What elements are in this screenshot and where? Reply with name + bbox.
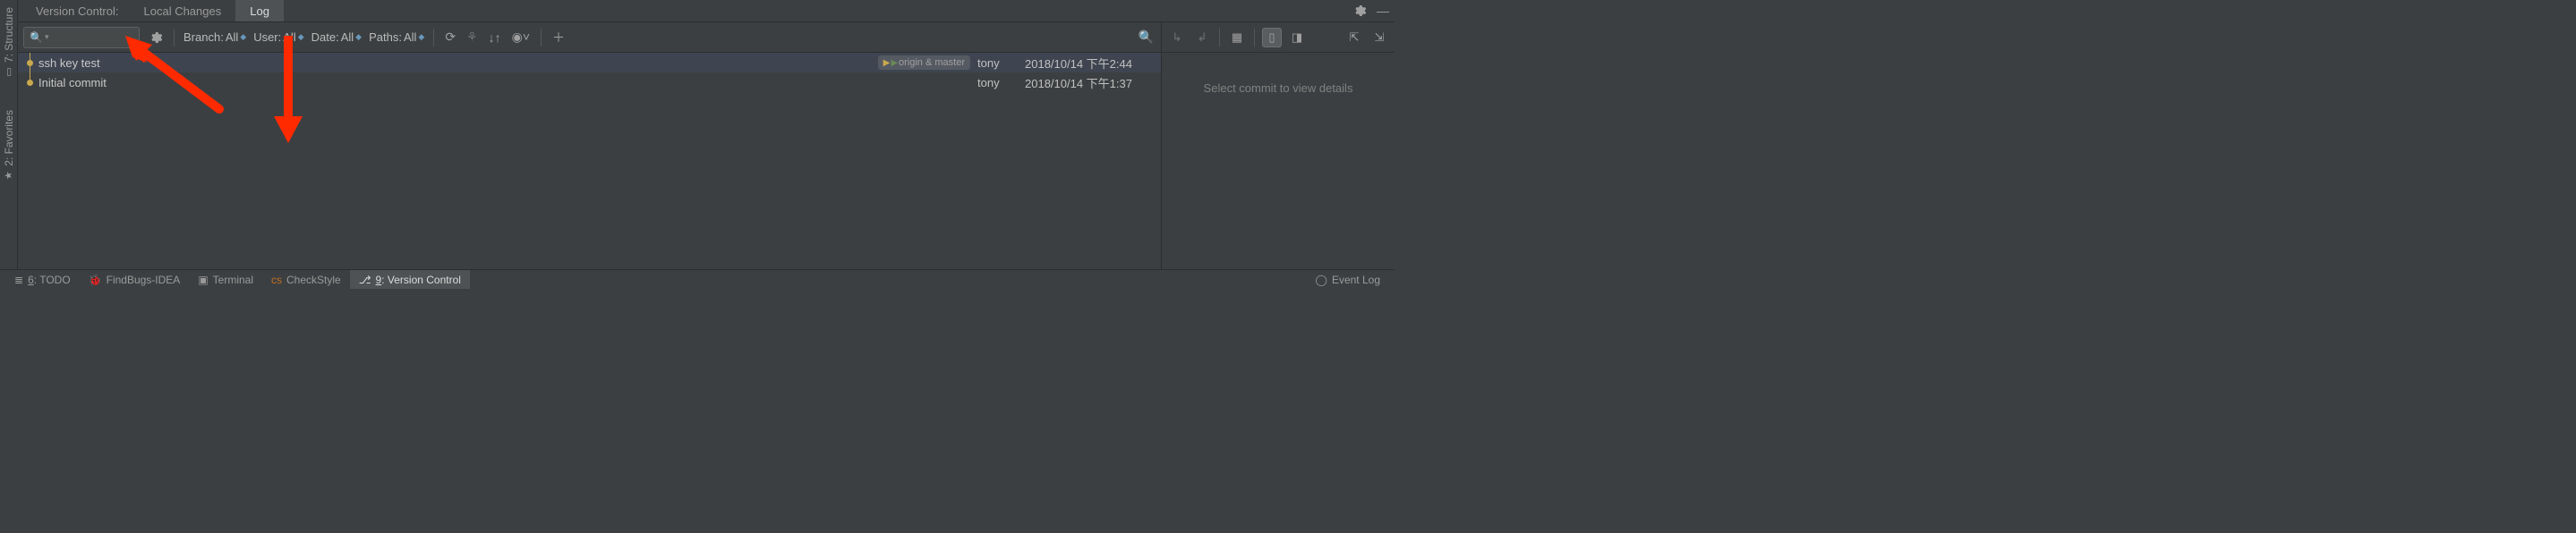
tab-log[interactable]: Log xyxy=(235,0,284,21)
sort-icon[interactable]: ↓↑ xyxy=(487,30,503,45)
structure-icon: ▭ xyxy=(3,66,14,78)
branch-icon: ⎇ xyxy=(359,274,371,286)
commit-list[interactable]: ssh key test ▶ ▶ origin & master tony 20… xyxy=(18,53,1161,269)
commit-date: 2018/10/14 下午1:37 xyxy=(1018,74,1161,91)
filter-gear-icon[interactable] xyxy=(147,30,165,45)
filter-toolbar: 🔍 ▾ Branch: All ◆ User: All ◆ xyxy=(18,22,1161,53)
separator xyxy=(1219,29,1220,47)
next-diff-icon[interactable]: ↲ xyxy=(1192,28,1212,47)
commit-date: 2018/10/14 下午2:44 xyxy=(1018,55,1161,72)
group-icon[interactable]: ▦ xyxy=(1227,28,1247,47)
separator xyxy=(174,29,175,47)
tab-version-control[interactable]: ⎇ 9: Version Control xyxy=(350,270,470,289)
commit-message: ssh key test xyxy=(38,56,878,70)
chevron-down-icon: ◆ xyxy=(240,32,246,42)
tag-arrow-icon: ▶ xyxy=(883,58,889,68)
date-filter[interactable]: Date: All ◆ xyxy=(311,30,362,44)
collapse-icon[interactable]: ⇲ xyxy=(1369,28,1389,47)
commit-row[interactable]: Initial commit tony 2018/10/14 下午1:37 xyxy=(18,72,1161,92)
vcs-tab-bar: Version Control: Local Changes Log — xyxy=(18,0,1395,22)
prev-diff-icon[interactable]: ↳ xyxy=(1167,28,1187,47)
search-input[interactable]: 🔍 ▾ xyxy=(23,27,140,48)
quick-search-icon[interactable]: 🔍 xyxy=(1137,30,1156,45)
tab-event-log[interactable]: ◯ Event Log xyxy=(1307,270,1389,289)
graph-node-icon xyxy=(27,80,33,86)
branch-tag[interactable]: ▶ ▶ origin & master xyxy=(878,55,970,70)
search-icon: 🔍 xyxy=(30,31,43,44)
favorites-tool-button[interactable]: ★ 2: Favorites xyxy=(1,103,17,189)
branch-filter[interactable]: Branch: All ◆ xyxy=(183,30,246,44)
checkstyle-icon: cs xyxy=(271,274,282,286)
chevron-down-icon: ◆ xyxy=(355,32,362,42)
commit-author: tony xyxy=(977,56,1018,70)
tab-terminal[interactable]: ▣ Terminal xyxy=(189,270,262,289)
commit-author: tony xyxy=(977,76,1018,89)
preview-side-icon[interactable]: ▯ xyxy=(1262,28,1282,47)
gear-icon[interactable] xyxy=(1348,0,1371,21)
commit-message: Initial commit xyxy=(38,76,977,89)
cherry-pick-icon[interactable]: ⚘ xyxy=(465,30,480,45)
user-filter[interactable]: User: All ◆ xyxy=(253,30,303,44)
tab-local-changes[interactable]: Local Changes xyxy=(130,0,236,21)
minimize-icon[interactable]: — xyxy=(1371,0,1395,21)
log-panel: 🔍 ▾ Branch: All ◆ User: All ◆ xyxy=(18,22,1162,269)
bottom-tool-bar: ≣ 6: TODO 🐞 FindBugs-IDEA ▣ Terminal cs … xyxy=(0,269,1395,289)
structure-tool-button[interactable]: ▭ 7: Structure xyxy=(1,0,17,85)
content-area: 🔍 ▾ Branch: All ◆ User: All ◆ xyxy=(18,22,1395,269)
favorites-label: 2: Favorites xyxy=(3,110,15,166)
chevron-down-icon: ◆ xyxy=(298,32,304,42)
commit-row[interactable]: ssh key test ▶ ▶ origin & master tony 20… xyxy=(18,53,1161,72)
tab-todo[interactable]: ≣ 6: TODO xyxy=(5,270,80,289)
list-icon: ≣ xyxy=(14,274,23,286)
vcs-title: Version Control: xyxy=(25,0,130,21)
graph-node-icon xyxy=(27,60,33,66)
add-icon[interactable]: ＋ xyxy=(550,29,567,47)
details-panel: ↳ ↲ ▦ ▯ ◨ ⇱ ⇲ Select commit to view deta… xyxy=(1162,22,1395,269)
star-icon: ★ xyxy=(3,170,14,182)
tag-arrow-icon: ▶ xyxy=(891,58,896,68)
chat-icon: ◯ xyxy=(1316,274,1327,286)
paths-filter[interactable]: Paths: All ◆ xyxy=(369,30,424,44)
tab-checkstyle[interactable]: cs CheckStyle xyxy=(262,270,350,289)
tab-findbugs[interactable]: 🐞 FindBugs-IDEA xyxy=(80,270,190,289)
eye-icon[interactable]: ◉˅ xyxy=(510,30,532,45)
details-placeholder: Select commit to view details xyxy=(1162,53,1395,269)
refresh-icon[interactable]: ⟳ xyxy=(443,30,457,45)
details-toolbar: ↳ ↲ ▦ ▯ ◨ ⇱ ⇲ xyxy=(1162,22,1395,53)
structure-label: 7: Structure xyxy=(3,7,15,63)
terminal-icon: ▣ xyxy=(198,274,208,286)
chevron-down-icon: ◆ xyxy=(418,32,424,42)
separator xyxy=(433,29,434,47)
chevron-down-icon: ▾ xyxy=(45,32,49,42)
main-area: Version Control: Local Changes Log — 🔍 ▾… xyxy=(18,0,1395,269)
bug-icon: 🐞 xyxy=(89,274,102,286)
separator xyxy=(1254,29,1255,47)
separator xyxy=(541,29,542,47)
left-tool-window-bar: ▭ 7: Structure ★ 2: Favorites xyxy=(0,0,18,269)
preview-bottom-icon[interactable]: ◨ xyxy=(1287,28,1307,47)
expand-icon[interactable]: ⇱ xyxy=(1344,28,1364,47)
